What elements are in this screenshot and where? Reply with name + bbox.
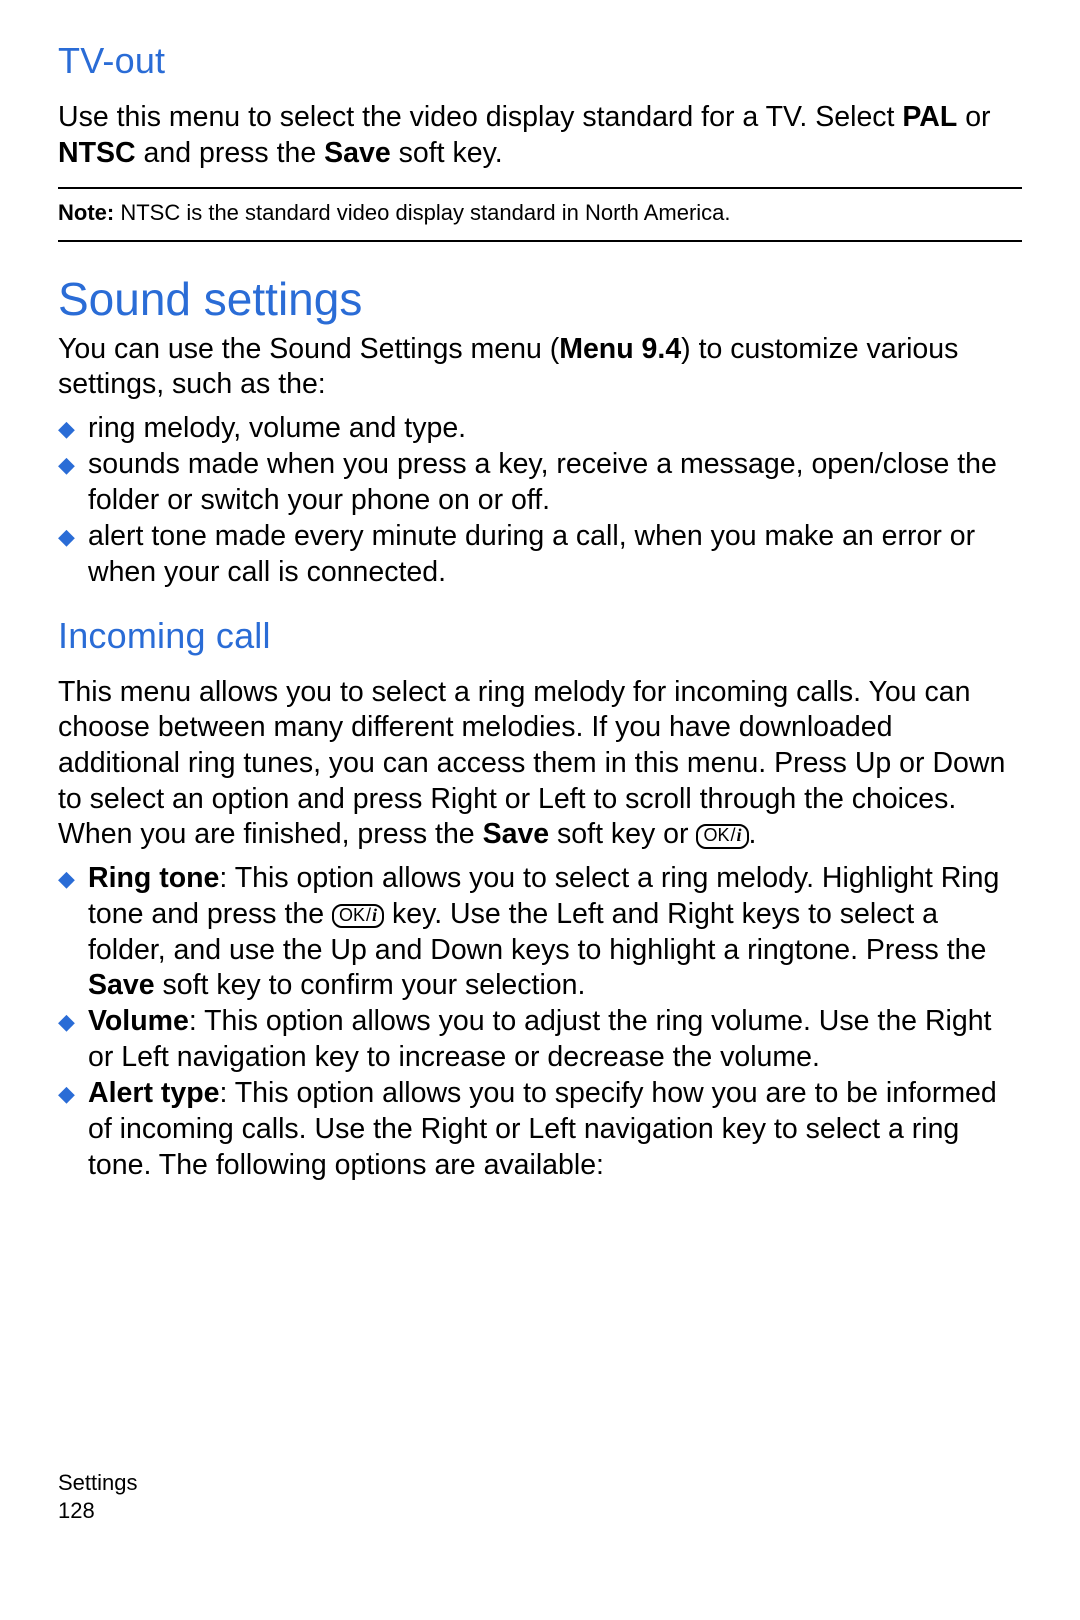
list-item: ring melody, volume and type.	[88, 411, 1022, 447]
text: : This option allows you to adjust the r…	[88, 1005, 991, 1073]
text-pal: PAL	[902, 101, 957, 133]
label-alert-type: Alert type	[88, 1077, 219, 1109]
note-box: Note: NTSC is the standard video display…	[58, 187, 1022, 242]
sound-bullet-list: ring melody, volume and type. sounds mad…	[58, 411, 1022, 591]
heading-tv-out: TV-out	[58, 40, 1022, 82]
text-menu-9-4: Menu 9.4	[559, 333, 681, 365]
text: and press the	[136, 137, 325, 169]
text: : This option allows you to specify how …	[88, 1077, 997, 1181]
text-save: Save	[324, 137, 391, 169]
heading-incoming-call: Incoming call	[58, 615, 1022, 657]
tv-out-paragraph: Use this menu to select the video displa…	[58, 100, 1022, 171]
footer-section: Settings	[58, 1469, 138, 1497]
label-ring-tone: Ring tone	[88, 862, 219, 894]
list-item-volume: Volume: This option allows you to adjust…	[88, 1004, 1022, 1076]
list-item: sounds made when you press a key, receiv…	[88, 447, 1022, 519]
text: soft key.	[391, 137, 503, 169]
i-text: i	[736, 825, 741, 845]
note-label: Note:	[58, 200, 114, 225]
incoming-paragraph: This menu allows you to select a ring me…	[58, 675, 1022, 853]
ok-text: OK	[339, 905, 365, 925]
slash: /	[365, 905, 372, 925]
footer-page-number: 128	[58, 1497, 138, 1525]
i-text: i	[372, 905, 377, 925]
ok-key-icon: OK/i	[332, 904, 384, 929]
sound-intro: You can use the Sound Settings menu (Men…	[58, 332, 1022, 403]
list-item-ring-tone: Ring tone: This option allows you to sel…	[88, 861, 1022, 1005]
heading-sound-settings: Sound settings	[58, 272, 1022, 326]
note-text: NTSC is the standard video display stand…	[114, 200, 730, 225]
text-save: Save	[483, 818, 550, 850]
text: or	[957, 101, 990, 133]
text: soft key or	[549, 818, 696, 850]
label-volume: Volume	[88, 1005, 189, 1037]
ok-text: OK	[703, 825, 729, 845]
page-footer: Settings 128	[58, 1469, 138, 1524]
text: .	[749, 818, 757, 850]
list-item: alert tone made every minute during a ca…	[88, 519, 1022, 591]
text: Use this menu to select the video displa…	[58, 101, 902, 133]
manual-page: TV-out Use this menu to select the video…	[0, 0, 1080, 1620]
list-item-alert-type: Alert type: This option allows you to sp…	[88, 1076, 1022, 1184]
ok-key-icon: OK/i	[696, 824, 748, 849]
text: soft key to confirm your selection.	[155, 969, 586, 1001]
incoming-bullet-list: Ring tone: This option allows you to sel…	[58, 861, 1022, 1184]
text-ntsc: NTSC	[58, 137, 136, 169]
text: You can use the Sound Settings menu (	[58, 333, 559, 365]
text-save: Save	[88, 969, 155, 1001]
